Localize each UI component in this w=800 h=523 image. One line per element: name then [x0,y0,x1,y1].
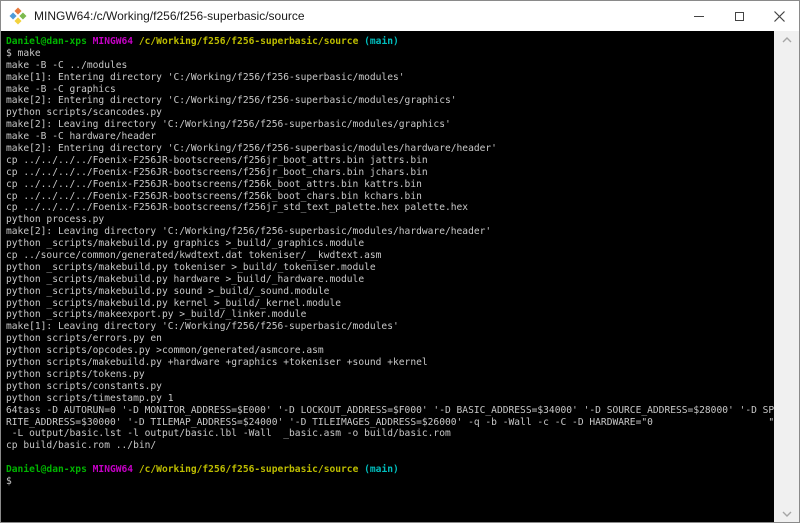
app-icon [10,8,26,24]
terminal-line: python _scripts/makebuild.py kernel >_bu… [6,298,774,310]
maximize-button[interactable] [719,1,759,31]
title-bar[interactable]: MINGW64:/c/Working/f256/f256-superbasic/… [1,1,799,31]
scrollbar[interactable] [774,31,799,522]
minimize-icon [694,16,704,17]
terminal-line: $ [6,476,774,488]
scrollbar-track[interactable] [774,48,799,505]
close-button[interactable] [759,1,799,31]
terminal-line: python scripts/opcodes.py >common/genera… [6,345,774,357]
terminal-line: python _scripts/makebuild.py sound >_bui… [6,286,774,298]
terminal-line: python scripts/scancodes.py [6,107,774,119]
terminal-line: make -B -C hardware/header [6,131,774,143]
terminal-line: cp ../../../../Foenix-F256JR-bootscreens… [6,191,774,203]
terminal-line: 64tass -D AUTORUN=0 '-D MONITOR_ADDRESS=… [6,405,774,417]
terminal-line: python scripts/errors.py en [6,333,774,345]
terminal-line: python _scripts/makebuild.py hardware >_… [6,274,774,286]
terminal-line: python _scripts/makebuild.py graphics >_… [6,238,774,250]
terminal-line [6,452,774,464]
terminal-line: Daniel@dan-xps MINGW64 /c/Working/f256/f… [6,36,774,48]
scroll-up-button[interactable] [774,31,799,48]
maximize-icon [735,12,744,21]
terminal-line: make[1]: Entering directory 'C:/Working/… [6,72,774,84]
terminal-window: MINGW64:/c/Working/f256/f256-superbasic/… [0,0,800,523]
terminal-line: python scripts/tokens.py [6,369,774,381]
terminal-line: $ make [6,48,774,60]
terminal-line: make[2]: Leaving directory 'C:/Working/f… [6,226,774,238]
terminal-line: python scripts/timestamp.py 1 [6,393,774,405]
terminal-line: make -B -C graphics [6,84,774,96]
terminal-body[interactable]: Daniel@dan-xps MINGW64 /c/Working/f256/f… [1,31,774,522]
terminal-line: make[2]: Entering directory 'C:/Working/… [6,143,774,155]
terminal-line: cp ../../../../Foenix-F256JR-bootscreens… [6,167,774,179]
terminal-line: -L output/basic.lst -l output/basic.lbl … [6,428,774,440]
terminal-line: cp ../../../../Foenix-F256JR-bootscreens… [6,155,774,167]
terminal-line: python scripts/makebuild.py +hardware +g… [6,357,774,369]
terminal-line: cp build/basic.rom ../bin/ [6,440,774,452]
terminal-line: python _scripts/makebuild.py tokeniser >… [6,262,774,274]
terminal-line: cp ../../../../Foenix-F256JR-bootscreens… [6,179,774,191]
terminal-line: make[2]: Leaving directory 'C:/Working/f… [6,119,774,131]
chevron-up-icon [782,37,792,43]
terminal-line: make[1]: Leaving directory 'C:/Working/f… [6,321,774,333]
terminal-line: cp ../../../../Foenix-F256JR-bootscreens… [6,202,774,214]
close-icon [774,11,785,22]
window-title: MINGW64:/c/Working/f256/f256-superbasic/… [34,9,679,23]
scroll-down-button[interactable] [774,505,799,522]
terminal-line: python scripts/constants.py [6,381,774,393]
terminal-line: python process.py [6,214,774,226]
chevron-down-icon [782,511,792,517]
terminal-output: Daniel@dan-xps MINGW64 /c/Working/f256/f… [6,36,774,488]
minimize-button[interactable] [679,1,719,31]
terminal-line: Daniel@dan-xps MINGW64 /c/Working/f256/f… [6,464,774,476]
terminal-line: python _scripts/makeexport.py >_build/_l… [6,309,774,321]
terminal-line: make -B -C ../modules [6,60,774,72]
terminal-line: RITE_ADDRESS=$30000' '-D TILEMAP_ADDRESS… [6,417,774,429]
terminal-line: cp ../source/common/generated/kwdtext.da… [6,250,774,262]
terminal-line: make[2]: Entering directory 'C:/Working/… [6,95,774,107]
